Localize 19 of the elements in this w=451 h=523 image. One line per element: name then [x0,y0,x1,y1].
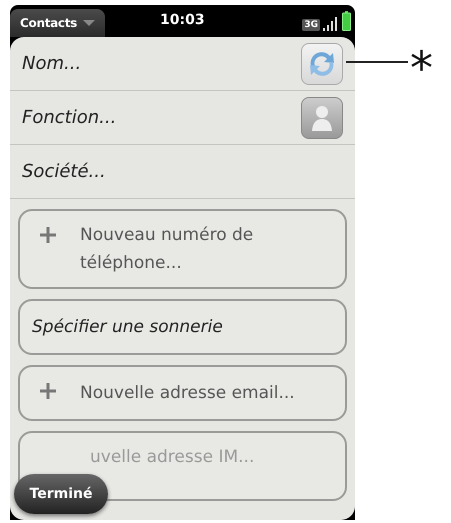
signal-icon [323,17,339,31]
plus-icon [40,227,56,243]
network-badge: 3G [302,19,320,31]
sync-icon[interactable] [301,42,343,84]
caret-icon [83,20,96,26]
add-button[interactable]: Nouveau numéro de téléphone... [18,209,347,289]
leader-line [346,61,408,63]
app-menu[interactable]: Contacts [10,9,106,37]
add-button[interactable]: Nouvelle adresse email... [18,365,347,421]
battery-icon [342,11,351,31]
text-field[interactable]: Société... [22,161,106,182]
done-button[interactable]: Terminé [14,474,108,514]
plus-icon [40,383,56,399]
person-icon[interactable] [301,96,343,138]
callout-marker: * [410,45,433,91]
clock: 10:03 [160,12,205,28]
text-field[interactable]: Nom... [22,53,82,74]
text-field[interactable]: Fonction... [22,107,116,128]
ringtone-button[interactable]: Spécifier une sonnerie [18,299,347,355]
